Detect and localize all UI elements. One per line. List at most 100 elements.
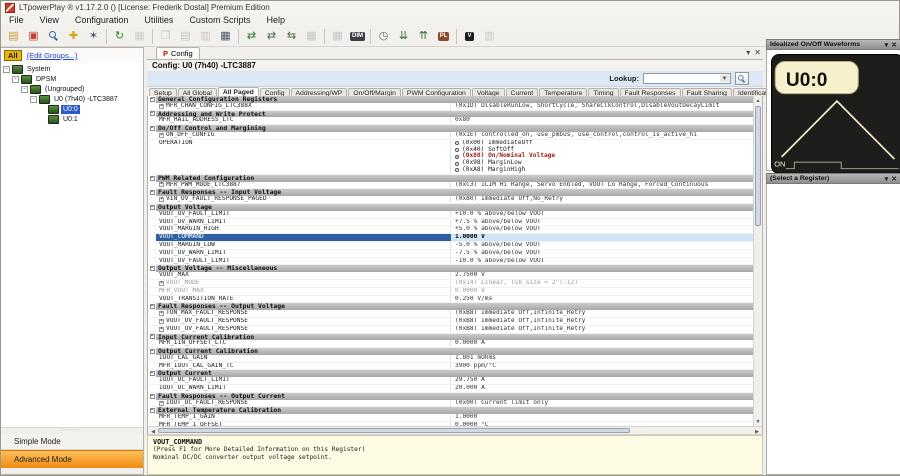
lookup-search-button[interactable] (735, 72, 749, 85)
expand-icon[interactable]: + (159, 319, 164, 324)
menu-file[interactable]: File (1, 14, 32, 26)
close-icon[interactable]: ✕ (754, 48, 761, 57)
tree-expander-icon[interactable]: - (12, 76, 19, 83)
sidebar-splitter[interactable]: ······ (1, 427, 143, 434)
collapse-icon[interactable]: - (150, 266, 155, 271)
section-row-fault-responses-output-current[interactable]: -Fault Responses -- Output Current (148, 393, 753, 400)
register-row-vin-ov-fault-response-paged[interactable]: +VIN_OV_FAULT_RESPONSE_PAGED(0x80) Immed… (148, 196, 753, 204)
collapse-icon[interactable]: - (150, 97, 155, 102)
grid-vertical-scrollbar[interactable]: ▲ ▼ (753, 96, 762, 426)
radio-icon[interactable] (455, 148, 459, 152)
tree-item-u0-7h40-ltc3887[interactable]: -U0 (7h40) -LTC3887 (1, 94, 143, 104)
menu-view[interactable]: View (32, 14, 67, 26)
register-row-mfr-vout-max[interactable]: MFR_VOUT_MAX0.0000 V (148, 288, 753, 296)
ram-to-pc-icon[interactable]: ⇆ (282, 27, 301, 45)
register-row-vout-max[interactable]: VOUT_MAX2.7500 V (148, 272, 753, 280)
expand-icon[interactable]: + (159, 182, 164, 187)
register-row-vout-uv-warn-limit[interactable]: VOUT_UV_WARN_LIMIT-7.5 % above/below VOU… (148, 250, 753, 258)
register-row-operation[interactable]: OPERATION(0x00) ImmediateOff(0x40) SoftO… (148, 140, 753, 175)
section-row-output-current[interactable]: -Output Current (148, 370, 753, 377)
collapse-icon[interactable]: - (150, 126, 155, 131)
dim-icon[interactable]: DIM (348, 27, 367, 45)
collapse-icon[interactable]: - (150, 334, 155, 339)
register-row-iout-cal-gain[interactable]: IOUT_CAL_GAIN1.801 mOhms (148, 355, 753, 363)
section-row-general-configuration-registers[interactable]: -General Configuration Registers (148, 96, 753, 103)
collapse-icon[interactable]: - (150, 190, 155, 195)
expand-icon[interactable]: + (159, 311, 164, 316)
register-row-mfr-temp-1-gain[interactable]: MFR_TEMP_1_GAIN1.0000 (148, 414, 753, 422)
tree-item-u0-0[interactable]: U0:0 (1, 104, 143, 114)
expand-icon[interactable]: + (159, 197, 164, 202)
pc-to-nvm-icon[interactable]: ⇄ (262, 27, 281, 45)
waveform-panel-header[interactable]: Idealized On/Off Waveforms ▾ ✕ (766, 39, 900, 50)
section-row-addressing-and-write-protect[interactable]: -Addressing and Write Protect (148, 111, 753, 118)
expand-icon[interactable]: + (159, 401, 164, 406)
register-row-mfr-iout-cal-gain-tc[interactable]: MFR_IOUT_CAL_GAIN_TC3900 ppm/°C (148, 363, 753, 371)
radio-icon[interactable] (455, 168, 459, 172)
vertical-scroll-thumb[interactable] (755, 106, 761, 226)
pin-icon[interactable]: ▾ (885, 41, 889, 49)
clock-icon[interactable]: ◷ (374, 27, 393, 45)
section-row-on-off-control-and-margining[interactable]: -On/Off Control and Margining (148, 125, 753, 132)
radio-icon[interactable] (455, 162, 459, 166)
collapse-icon[interactable]: - (150, 176, 155, 181)
setup-wizard-icon[interactable]: ✶ (84, 27, 103, 45)
radio-icon[interactable] (455, 155, 459, 159)
menu-help[interactable]: Help (258, 14, 293, 26)
config-document-tab[interactable]: P Config (156, 47, 200, 59)
lookup-combobox[interactable]: ▼ (643, 73, 731, 84)
section-row-output-voltage[interactable]: -Output Voltage (148, 204, 753, 211)
collapse-icon[interactable]: - (150, 349, 155, 354)
register-row-vout-command[interactable]: VOUT_COMMAND1.0000 V (148, 234, 753, 242)
refresh-all-icon[interactable]: ↻ (110, 27, 129, 45)
register-row-iout-oc-fault-limit[interactable]: IOUT_OC_FAULT_LIMIT29.750 A (148, 377, 753, 385)
tree-item-system[interactable]: -System (1, 64, 143, 74)
register-row-vout-ov-fault-limit[interactable]: VOUT_OV_FAULT_LIMIT+10.0 % above/below V… (148, 211, 753, 219)
find-icon[interactable] (44, 27, 63, 45)
scroll-down-icon[interactable]: ▼ (754, 417, 762, 426)
section-row-pwm-related-configuration[interactable]: -PWM Related Configuration (148, 175, 753, 182)
restore-nvm-to-ram-icon[interactable]: ⇈ (414, 27, 433, 45)
edit-groups-link[interactable]: (Edit Groups...) (27, 51, 78, 60)
section-row-fault-responses-input-voltage[interactable]: -Fault Responses -- Input Voltage (148, 189, 753, 196)
simple-mode-button[interactable]: Simple Mode (1, 434, 143, 450)
menu-utilities[interactable]: Utilities (136, 14, 181, 26)
register-row-vout-margin-low[interactable]: VOUT_MARGIN_LOW-5.0 % above/below VOUT (148, 242, 753, 250)
collapse-icon[interactable]: - (150, 371, 155, 376)
group-all-badge[interactable]: All (4, 50, 22, 61)
grid-horizontal-scrollbar[interactable]: ◀ ▶ (147, 426, 763, 435)
horizontal-scroll-thumb[interactable] (158, 428, 630, 433)
collapse-icon[interactable]: - (150, 111, 155, 116)
collapse-icon[interactable]: - (150, 205, 155, 210)
menu-custom-scripts[interactable]: Custom Scripts (181, 14, 258, 26)
close-icon[interactable]: ✕ (891, 41, 897, 49)
close-icon[interactable]: ✕ (891, 175, 897, 183)
tree-item-dpsm[interactable]: -DPSM (1, 74, 143, 84)
register-panel-header[interactable]: (Select a Register) ▾ ✕ (766, 173, 900, 184)
expand-icon[interactable]: + (159, 133, 164, 138)
save-icon[interactable]: ▣ (24, 27, 43, 45)
register-row-on-off-config[interactable]: +ON_OFF_CONFIG(0x1E) controlled_on, use_… (148, 132, 753, 140)
vertex-icon[interactable]: V (460, 27, 479, 45)
pl-icon[interactable]: PL (434, 27, 453, 45)
register-row-vout-uv-fault-response[interactable]: +VOUT_UV_FAULT_RESPONSE(0xB8) Immediate … (148, 318, 753, 326)
radio-icon[interactable] (455, 141, 459, 145)
add-rail-icon[interactable]: ✚ (64, 27, 83, 45)
pc-to-ram-icon[interactable]: ⇄ (242, 27, 261, 45)
tree-item-u0-1[interactable]: U0:1 (1, 114, 143, 124)
menu-configuration[interactable]: Configuration (67, 14, 137, 26)
collapse-icon[interactable]: - (150, 394, 155, 399)
collapse-icon[interactable]: - (150, 408, 155, 413)
register-row-vout-mode[interactable]: +VOUT_MODE(0x14) Linear, lsb_size = 2^(-… (148, 280, 753, 288)
section-row-fault-responses-output-voltage[interactable]: -Fault Responses -- Output Voltage (148, 303, 753, 310)
expand-icon[interactable]: + (159, 327, 164, 332)
section-row-output-current-calibration[interactable]: -Output Current Calibration (148, 348, 753, 355)
register-row-ton-max-fault-response[interactable]: +TON_MAX_FAULT_RESPONSE(0xB8) Immediate … (148, 310, 753, 318)
collapse-icon[interactable]: - (150, 304, 155, 309)
chevron-down-icon[interactable]: ▼ (720, 75, 729, 82)
pin-icon[interactable]: ▾ (885, 175, 889, 183)
expand-icon[interactable]: + (159, 104, 164, 109)
store-ram-to-nvm-icon[interactable]: ⇊ (394, 27, 413, 45)
section-row-input-current-calibration[interactable]: -Input Current Calibration (148, 334, 753, 341)
open-file-icon[interactable]: ▤ (4, 27, 23, 45)
